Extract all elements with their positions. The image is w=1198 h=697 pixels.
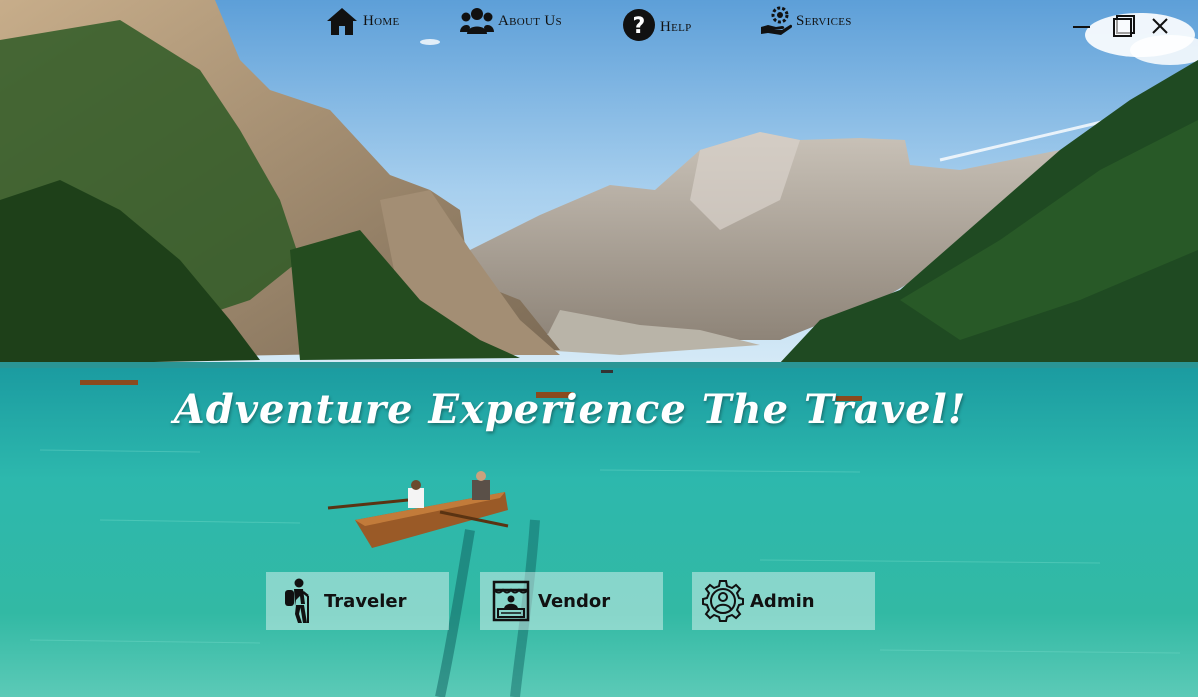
- nav-home-label: Home: [363, 12, 400, 29]
- nav-services[interactable]: Services: [760, 5, 852, 37]
- close-icon: [1152, 18, 1168, 34]
- users-icon: [460, 6, 494, 36]
- maximize-button[interactable]: [1110, 12, 1138, 40]
- admin-button[interactable]: Admin: [692, 572, 875, 630]
- vendor-button[interactable]: Vendor: [480, 572, 663, 630]
- question-icon: ?: [622, 8, 656, 42]
- nav-help-label: Help: [660, 18, 692, 35]
- nav-about-us[interactable]: About Us: [460, 6, 562, 36]
- nav-help[interactable]: ? Help: [622, 8, 692, 42]
- traveler-button-label: Traveler: [324, 590, 407, 612]
- close-button[interactable]: [1146, 12, 1174, 40]
- hero-headline: Adventure Experience The Travel!: [173, 386, 967, 433]
- admin-button-label: Admin: [750, 590, 815, 612]
- minimize-icon: [1073, 26, 1090, 28]
- vendor-stall-icon: [488, 578, 534, 624]
- nav-services-label: Services: [796, 12, 852, 29]
- admin-gear-icon: [700, 578, 746, 624]
- hiker-icon: [274, 578, 320, 624]
- top-navigation: Home About Us ? Help Services: [0, 0, 1198, 48]
- maximize-icon: [1113, 15, 1135, 37]
- nav-about-us-label: About Us: [498, 12, 562, 29]
- traveler-button[interactable]: Traveler: [266, 572, 449, 630]
- minimize-button[interactable]: [1068, 12, 1096, 40]
- nav-home[interactable]: Home: [325, 6, 399, 36]
- vendor-button-label: Vendor: [538, 590, 611, 612]
- services-icon: [760, 5, 792, 37]
- svg-text:?: ?: [632, 14, 645, 39]
- home-icon: [325, 6, 359, 36]
